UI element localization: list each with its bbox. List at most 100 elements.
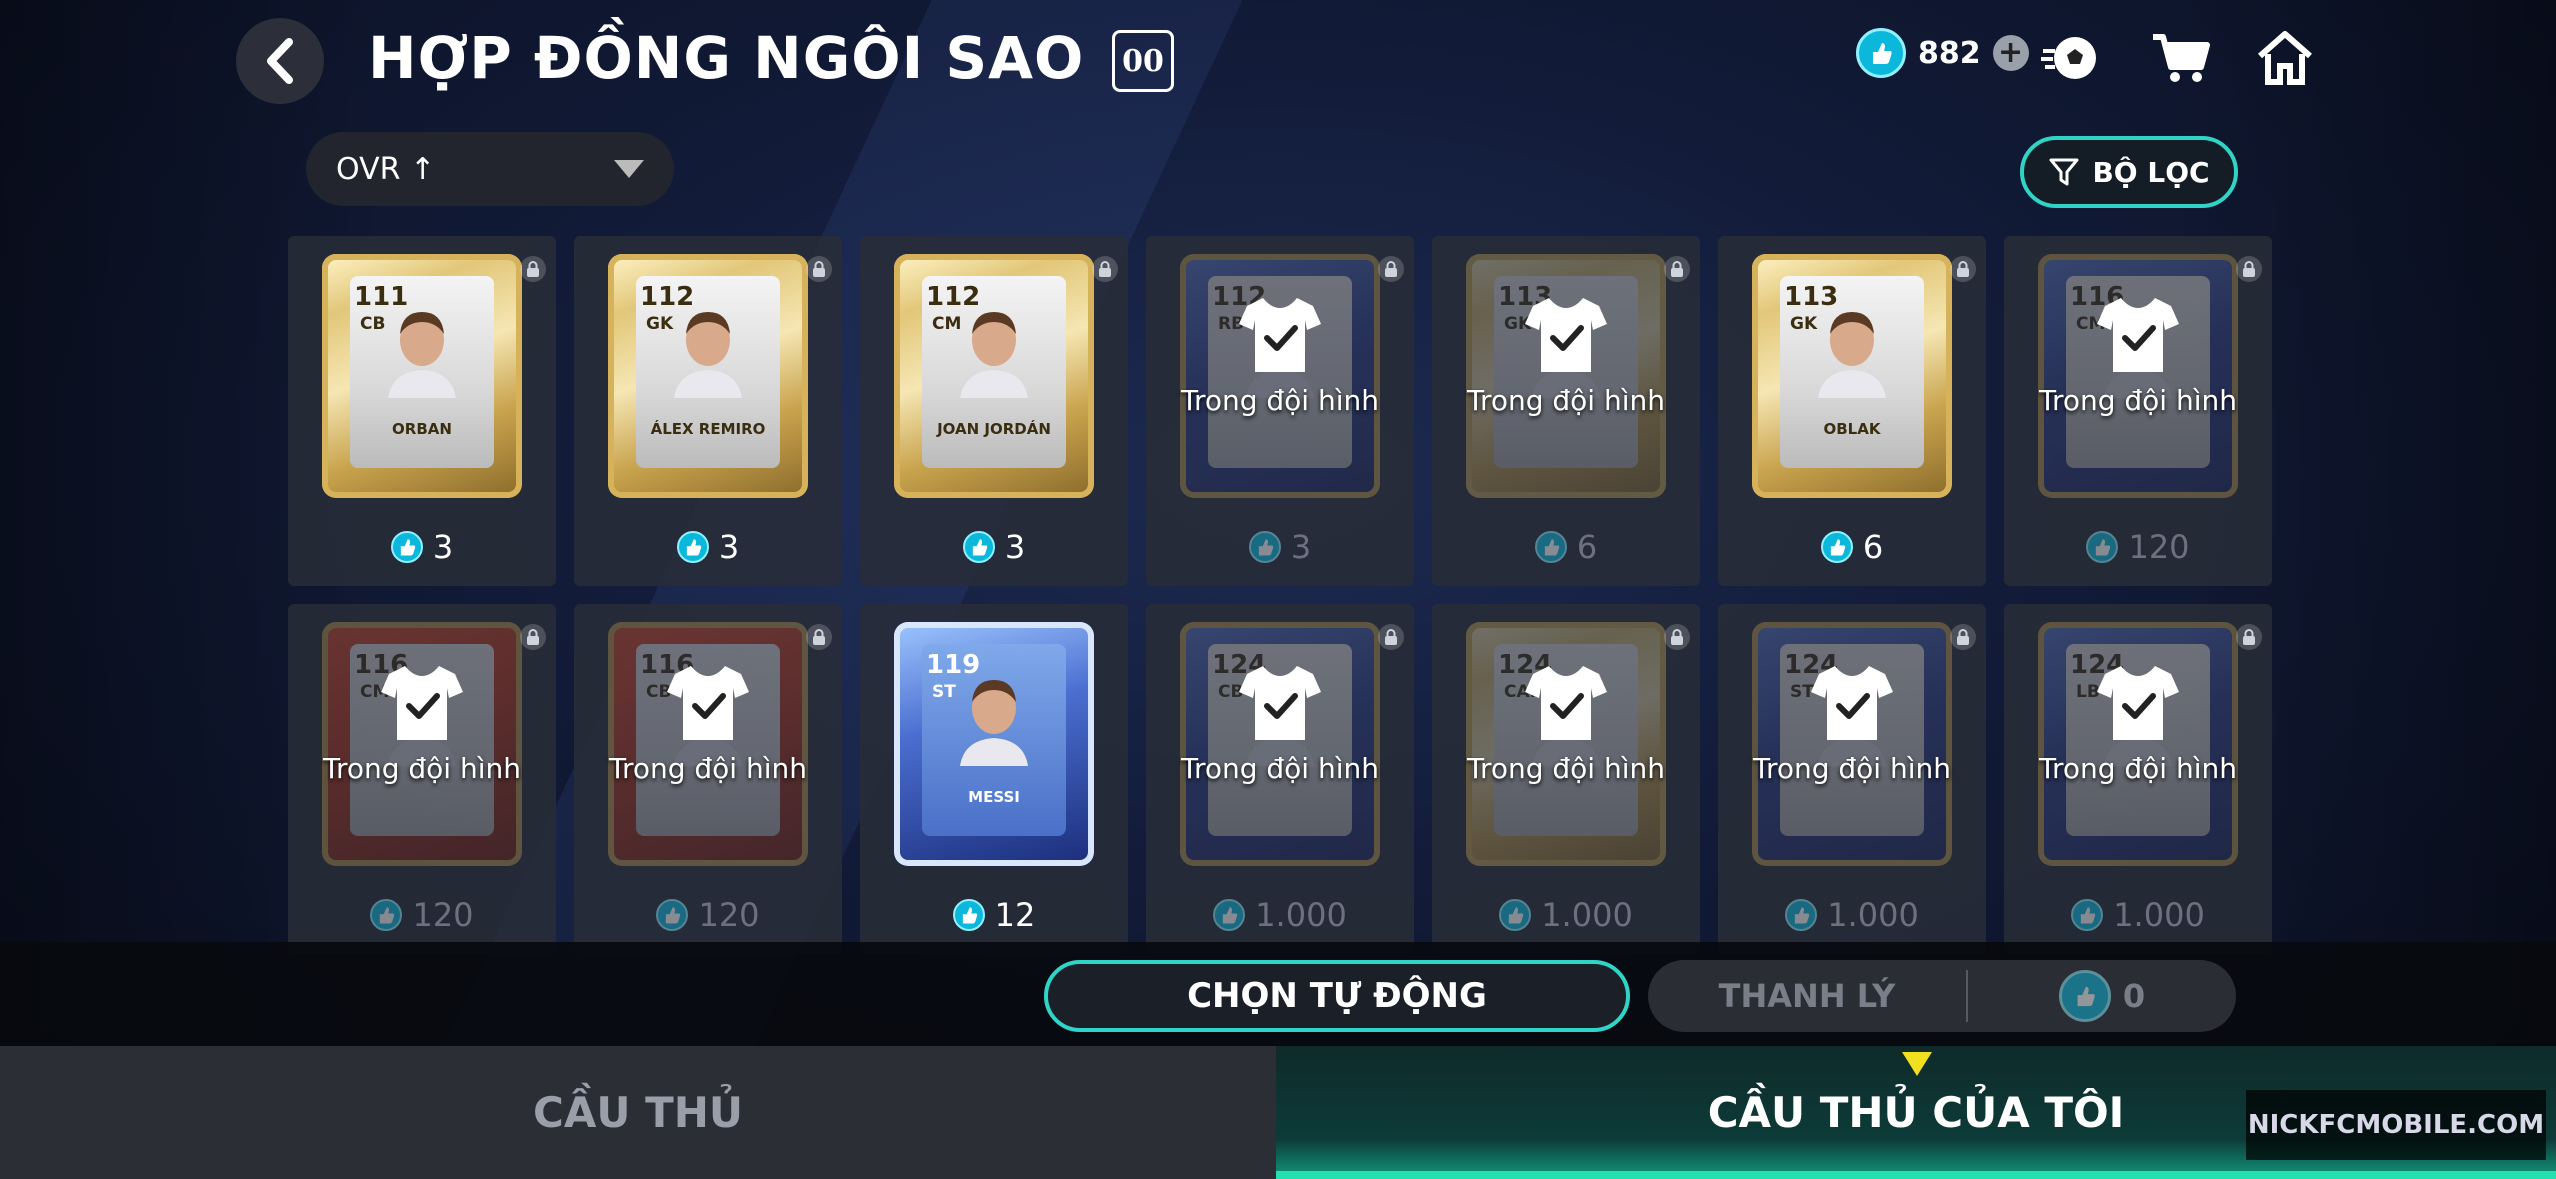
in-squad-label: Trong đội hình bbox=[1180, 384, 1380, 417]
shop-button[interactable] bbox=[2146, 28, 2216, 88]
lock-icon bbox=[1950, 624, 1976, 650]
home-icon bbox=[2258, 31, 2312, 85]
player-card-slot[interactable]: 111 CB ORBAN 3 bbox=[288, 236, 556, 586]
tab-players[interactable]: CẦU THỦ bbox=[0, 1046, 1276, 1179]
player-card-slot[interactable]: 113 GK Trong đội hình 6 bbox=[1432, 236, 1700, 586]
add-currency-button[interactable]: + bbox=[1992, 35, 2029, 71]
lock-icon bbox=[806, 256, 832, 282]
auto-select-button[interactable]: CHỌN TỰ ĐỘNG bbox=[1044, 960, 1630, 1032]
jersey-check-icon bbox=[1525, 666, 1607, 740]
sort-dropdown[interactable]: OVR ↑ bbox=[306, 132, 674, 206]
jersey-check-icon bbox=[1239, 298, 1321, 372]
player-card-slot[interactable]: 112 CM JOAN JORDÁN 3 bbox=[860, 236, 1128, 586]
in-squad-overlay: Trong đội hình bbox=[1432, 662, 1700, 785]
lock-icon bbox=[520, 256, 546, 282]
player-card-slot[interactable]: 113 GK OBLAK 6 bbox=[1718, 236, 1986, 586]
in-squad-overlay: Trong đội hình bbox=[288, 662, 556, 785]
card-price: 3 bbox=[288, 528, 556, 566]
player-card-slot[interactable]: 116 CM Trong đội hình 120 bbox=[288, 604, 556, 954]
player-ovr: 112 bbox=[926, 282, 981, 312]
player-card-slot[interactable]: 112 GK ÁLEX REMIRO 3 bbox=[574, 236, 842, 586]
lock-icon bbox=[1378, 624, 1404, 650]
coin-icon bbox=[952, 899, 985, 931]
lock-icon bbox=[806, 624, 832, 650]
in-squad-overlay: Trong đội hình bbox=[1432, 294, 1700, 417]
player-card: 111 CB ORBAN bbox=[322, 254, 522, 498]
football-button[interactable] bbox=[2038, 28, 2108, 88]
player-card-slot[interactable]: 116 CB Trong đội hình 120 bbox=[574, 604, 842, 954]
lock-icon bbox=[1950, 256, 1976, 282]
sort-label: OVR ↑ bbox=[336, 151, 436, 187]
player-ovr: 119 bbox=[926, 650, 981, 680]
in-squad-label: Trong đội hình bbox=[1752, 752, 1952, 785]
card-price: 1.000 bbox=[1146, 896, 1414, 934]
card-price-value: 1.000 bbox=[1827, 896, 1919, 934]
lock-icon bbox=[520, 624, 546, 650]
player-card-slot[interactable]: 124CAMTrong đội hình1.000 bbox=[1432, 604, 1700, 954]
player-card-slot[interactable]: 116 CM Trong đội hình 120 bbox=[2004, 236, 2272, 586]
card-price: 12 bbox=[860, 896, 1128, 934]
player-ovr: 111 bbox=[354, 282, 409, 312]
in-squad-label: Trong đội hình bbox=[608, 752, 808, 785]
player-card: 112 GK ÁLEX REMIRO bbox=[608, 254, 808, 498]
coin-icon bbox=[2071, 899, 2104, 931]
coin-icon bbox=[390, 531, 423, 563]
filter-icon bbox=[2049, 158, 2079, 186]
coin-icon bbox=[1534, 531, 1567, 563]
player-portrait-icon bbox=[960, 680, 1028, 766]
sell-button[interactable]: THANH LÝ 0 bbox=[1648, 960, 2236, 1032]
currency-value: 882 bbox=[1918, 35, 1981, 71]
in-squad-overlay: Trong đội hình bbox=[574, 662, 842, 785]
card-price-value: 3 bbox=[718, 528, 740, 566]
lock-icon bbox=[1664, 256, 1690, 282]
card-price: 1.000 bbox=[2004, 896, 2272, 934]
card-price: 6 bbox=[1718, 528, 1986, 566]
in-squad-label: Trong đội hình bbox=[2038, 752, 2238, 785]
jersey-check-icon bbox=[2097, 298, 2179, 372]
in-squad-label: Trong đội hình bbox=[1180, 752, 1380, 785]
player-card: 112 CM JOAN JORDÁN bbox=[894, 254, 1094, 498]
coin-icon bbox=[656, 899, 689, 931]
card-price: 3 bbox=[860, 528, 1128, 566]
home-button[interactable] bbox=[2250, 28, 2320, 88]
chevron-down-icon bbox=[614, 160, 644, 178]
card-price: 3 bbox=[1146, 528, 1414, 566]
card-price-value: 120 bbox=[698, 896, 760, 934]
player-card-slot[interactable]: 124 ST Trong đội hình 1.000 bbox=[1718, 604, 1986, 954]
back-button[interactable] bbox=[236, 18, 324, 104]
in-squad-label: Trong đội hình bbox=[1466, 384, 1666, 417]
sell-value-text: 0 bbox=[2122, 977, 2146, 1015]
player-card-slot[interactable]: 119 ST MESSI 12 bbox=[860, 604, 1128, 954]
filter-label: BỘ LỌC bbox=[2092, 155, 2210, 189]
coin-icon bbox=[962, 531, 995, 563]
player-card-slot[interactable]: 112 RB Trong đội hình 3 bbox=[1146, 236, 1414, 586]
title-badge: 00 bbox=[1112, 30, 1174, 92]
coin-icon bbox=[1785, 899, 1818, 931]
coin-icon bbox=[1820, 531, 1853, 563]
card-price: 120 bbox=[288, 896, 556, 934]
card-price-value: 120 bbox=[412, 896, 474, 934]
player-card-slot[interactable]: 124 LB Trong đội hình 1.000 bbox=[2004, 604, 2272, 954]
jersey-check-icon bbox=[2097, 666, 2179, 740]
watermark: NICKFCMOBILE.COM bbox=[2246, 1090, 2546, 1160]
cart-icon bbox=[2153, 34, 2210, 82]
filter-button[interactable]: BỘ LỌC bbox=[2020, 136, 2238, 208]
lock-icon bbox=[2236, 256, 2262, 282]
coin-icon bbox=[1213, 899, 1246, 931]
player-name: ORBAN bbox=[392, 420, 452, 438]
card-price-value: 1.000 bbox=[1255, 896, 1347, 934]
player-portrait-icon bbox=[674, 312, 742, 398]
in-squad-overlay: Trong đội hình bbox=[1718, 662, 1986, 785]
jersey-check-icon bbox=[381, 666, 463, 740]
player-card-slot[interactable]: 124 CB Trong đội hình 1.000 bbox=[1146, 604, 1414, 954]
player-ovr: 112 bbox=[640, 282, 695, 312]
sell-value: 0 bbox=[1968, 970, 2236, 1022]
coin-icon bbox=[1248, 531, 1281, 563]
card-price: 1.000 bbox=[1432, 896, 1700, 934]
player-card: 119 ST MESSI bbox=[894, 622, 1094, 866]
jersey-check-icon bbox=[1239, 666, 1321, 740]
coin-icon bbox=[2086, 531, 2119, 563]
player-ovr: 113 bbox=[1784, 282, 1839, 312]
player-position: CM bbox=[932, 314, 962, 334]
card-price: 1.000 bbox=[1718, 896, 1986, 934]
